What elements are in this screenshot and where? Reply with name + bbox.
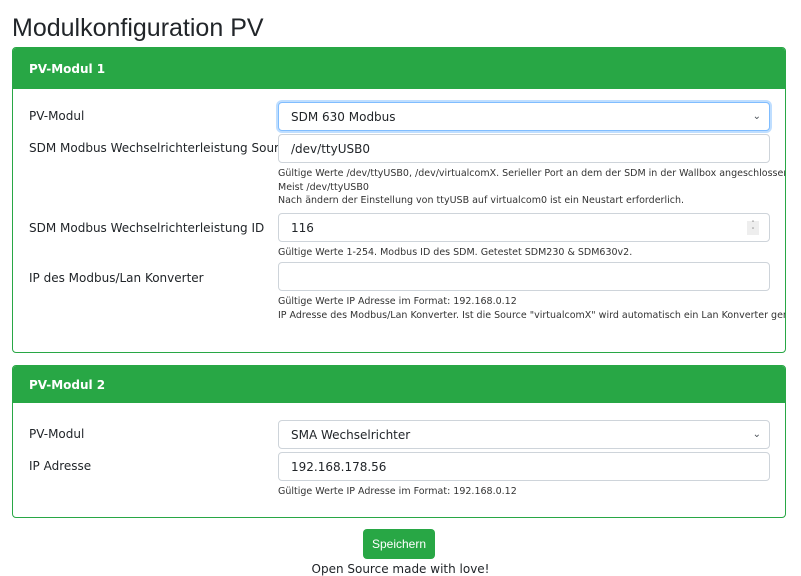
card-pv-modul-2: PV-Modul 2 PV-Modul SMA Wechselrichter ⌄ …	[12, 365, 786, 518]
help-line: Gültige Werte IP Adresse im Format: 192.…	[278, 296, 517, 307]
pv-modul-label: PV-Modul	[29, 427, 85, 441]
input-value: /dev/ttyUSB0	[291, 141, 370, 156]
source-help: Gültige Werte /dev/ttyUSB0, /dev/virtual…	[278, 167, 786, 208]
help-line: Meist /dev/ttyUSB0	[278, 181, 369, 193]
footer-text: Open Source made with love!	[311, 562, 490, 576]
source-input[interactable]: /dev/ttyUSB0	[278, 134, 770, 163]
pv-modul-select[interactable]: SDM 630 Modbus ⌄	[278, 102, 770, 131]
input-value: 192.168.178.56	[291, 459, 387, 474]
chevron-down-icon: ⌄	[752, 429, 761, 440]
help-line: Gültige Werte /dev/ttyUSB0, /dev/virtual…	[278, 168, 786, 179]
help-line: Nach ändern der Einstellung von ttyUSB a…	[278, 195, 684, 206]
input-value: 116	[291, 220, 314, 235]
id-help: Gültige Werte 1-254. Modbus ID des SDM. …	[278, 247, 633, 258]
ip-help: Gültige Werte IP Adresse im Format: 192.…	[278, 295, 786, 322]
save-button[interactable]: Speichern	[363, 529, 435, 559]
id-number-input[interactable]: 116 ˄ ˅	[278, 213, 770, 242]
pv-modul-label: PV-Modul	[29, 109, 85, 123]
select-value: SDM 630 Modbus	[291, 109, 396, 124]
card-pv-modul-1: PV-Modul 1 PV-Modul SDM 630 Modbus ⌄ SDM …	[12, 47, 786, 353]
source-label: SDM Modbus Wechselrichterleistung Source	[29, 141, 293, 155]
ip-label: IP Adresse	[29, 459, 92, 473]
pv-modul-select[interactable]: SMA Wechselrichter ⌄	[278, 420, 770, 449]
ip-input[interactable]	[278, 262, 770, 291]
ip-label: IP des Modbus/Lan Konverter	[29, 271, 204, 285]
help-line: IP Adresse des Modbus/Lan Konverter. Ist…	[278, 309, 786, 321]
select-value: SMA Wechselrichter	[291, 427, 411, 442]
ip-input[interactable]: 192.168.178.56	[278, 452, 770, 481]
card-header: PV-Modul 1	[13, 48, 785, 89]
spinner-icon[interactable]: ˄ ˅	[747, 221, 759, 235]
card-header: PV-Modul 2	[13, 366, 785, 403]
ip-help: Gültige Werte IP Adresse im Format: 192.…	[278, 486, 517, 497]
id-label: SDM Modbus Wechselrichterleistung ID	[29, 221, 265, 235]
page-title: Modulkonfiguration PV	[12, 14, 264, 42]
chevron-down-icon: ⌄	[752, 111, 761, 122]
